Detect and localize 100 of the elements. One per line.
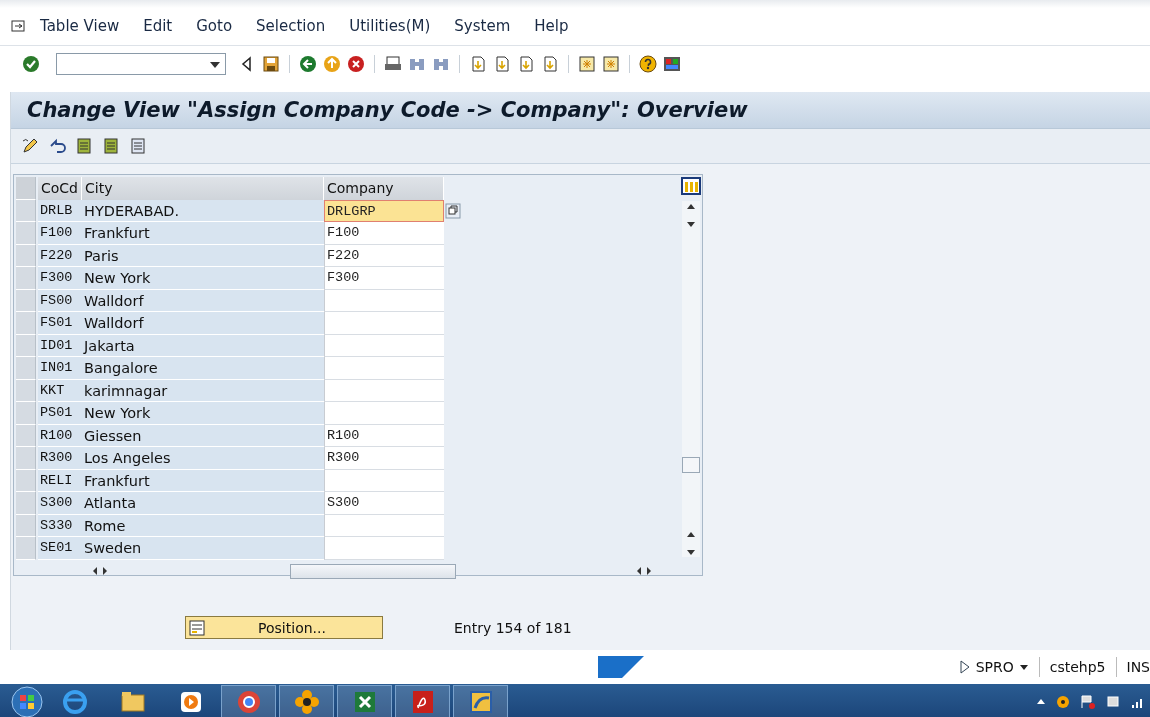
input-field[interactable] (324, 514, 444, 537)
table-cell: Los Angeles (82, 447, 324, 470)
command-field[interactable] (56, 53, 226, 75)
row-selector[interactable] (16, 357, 36, 380)
flower-icon[interactable] (1055, 694, 1071, 710)
table-cell: F100 (38, 222, 82, 245)
table-cell: S300 (38, 492, 82, 515)
entry-counter: Entry 154 of 181 (454, 619, 572, 636)
menu-item[interactable]: System (454, 16, 511, 35)
menu-item[interactable]: Selection (256, 16, 326, 35)
row-selector[interactable] (16, 424, 36, 447)
row-selector[interactable] (16, 334, 36, 357)
pencil-icon[interactable] (21, 137, 39, 155)
scrollbar-thumb[interactable] (682, 457, 700, 473)
menu-item[interactable]: Table View (40, 16, 120, 35)
column-header[interactable]: Company (324, 177, 444, 200)
scrollbar-thumb[interactable] (290, 563, 456, 579)
tray-up-icon[interactable] (1036, 697, 1046, 707)
table-cell: FS01 (38, 312, 82, 335)
screen-title: Change View "Assign Company Code -> Company": Overview (27, 98, 748, 122)
table-cell: Atlanta (82, 492, 324, 515)
table-cell: ID01 (38, 334, 82, 357)
table-cell: F220 (38, 244, 82, 267)
input-field[interactable]: F100 (324, 222, 444, 245)
table-cell: Frankfurt (82, 469, 324, 492)
column-settings-icon[interactable] (681, 177, 701, 195)
input-field[interactable]: DRLGRP (324, 199, 444, 222)
table-cell: Paris (82, 244, 324, 267)
page-arrow-icon[interactable] (469, 55, 487, 73)
row-selector[interactable] (16, 379, 36, 402)
input-field[interactable] (324, 379, 444, 402)
scroll-down-icon[interactable] (685, 547, 697, 557)
scroll-right-icon[interactable] (644, 565, 654, 577)
menu-item[interactable]: Goto (196, 16, 233, 35)
menu-icon[interactable] (10, 17, 26, 34)
scroll-down-icon[interactable] (685, 219, 697, 229)
row-selector[interactable] (16, 469, 36, 492)
menu-item[interactable]: Edit (143, 16, 173, 35)
row-selector[interactable] (16, 514, 36, 537)
taskbar-button[interactable] (221, 685, 276, 717)
help-icon[interactable] (639, 55, 657, 73)
table-cell: Bangalore (82, 357, 324, 380)
table-cell: F300 (38, 267, 82, 290)
expand-triangle-icon[interactable] (958, 660, 971, 674)
row-selector[interactable] (16, 267, 36, 290)
row-selector[interactable] (16, 199, 36, 222)
back-icon[interactable] (299, 55, 317, 73)
table-cell: Walldorf (82, 312, 324, 335)
network-icon[interactable] (1105, 694, 1121, 710)
input-field[interactable] (324, 312, 444, 335)
document-icon[interactable] (129, 137, 147, 155)
checkmark-icon[interactable] (22, 55, 40, 73)
start-orb-icon[interactable] (10, 685, 44, 717)
cancel-icon[interactable] (347, 55, 365, 73)
menu-item[interactable]: Utilities(M) (349, 16, 431, 35)
input-field[interactable] (324, 334, 444, 357)
row-selector[interactable] (16, 312, 36, 335)
transaction-dropdown[interactable]: SPRO (975, 659, 1014, 675)
row-selector[interactable] (16, 244, 36, 267)
input-field[interactable] (324, 402, 444, 425)
table-cell: New York (82, 267, 324, 290)
page-arrow-icon[interactable] (541, 55, 559, 73)
row-selector[interactable] (16, 402, 36, 425)
dropdown-caret-icon[interactable] (1018, 663, 1029, 671)
input-field[interactable]: R100 (324, 424, 444, 447)
column-header[interactable]: City (82, 177, 324, 200)
input-field[interactable] (324, 469, 444, 492)
document-icon[interactable] (75, 137, 93, 155)
table-cell: IN01 (38, 357, 82, 380)
input-field[interactable] (324, 289, 444, 312)
layout-icon[interactable] (663, 55, 681, 73)
flag-icon[interactable] (1080, 694, 1096, 710)
row-selector[interactable] (16, 537, 36, 560)
taskbar-button[interactable] (337, 685, 392, 717)
save-icon[interactable] (262, 55, 280, 73)
input-field[interactable] (324, 357, 444, 380)
vertical-scrollbar[interactable] (682, 201, 700, 557)
print-icon[interactable] (384, 55, 402, 73)
select-all-handle[interactable] (16, 177, 36, 200)
input-field[interactable]: S300 (324, 492, 444, 515)
column-header[interactable]: CoCd (38, 177, 82, 200)
page-arrow-icon[interactable] (493, 55, 511, 73)
row-selector[interactable] (16, 289, 36, 312)
input-field[interactable]: F300 (324, 267, 444, 290)
input-field[interactable] (324, 537, 444, 560)
input-field[interactable]: F220 (324, 244, 444, 267)
table-cell: Frankfurt (82, 222, 324, 245)
document-icon[interactable] (102, 137, 120, 155)
scroll-right-icon[interactable] (100, 565, 110, 577)
position-button[interactable]: Position... (185, 616, 383, 639)
copy-icon[interactable] (445, 202, 461, 219)
row-selector[interactable] (16, 492, 36, 515)
taskbar-button[interactable] (279, 685, 334, 717)
row-selector[interactable] (16, 222, 36, 245)
flower-icon (292, 688, 321, 716)
row-selector[interactable] (16, 447, 36, 470)
table-cell: RELI (38, 469, 82, 492)
page-arrow-icon[interactable] (517, 55, 535, 73)
menu-item[interactable]: Help (534, 16, 569, 35)
input-field[interactable]: R300 (324, 447, 444, 470)
